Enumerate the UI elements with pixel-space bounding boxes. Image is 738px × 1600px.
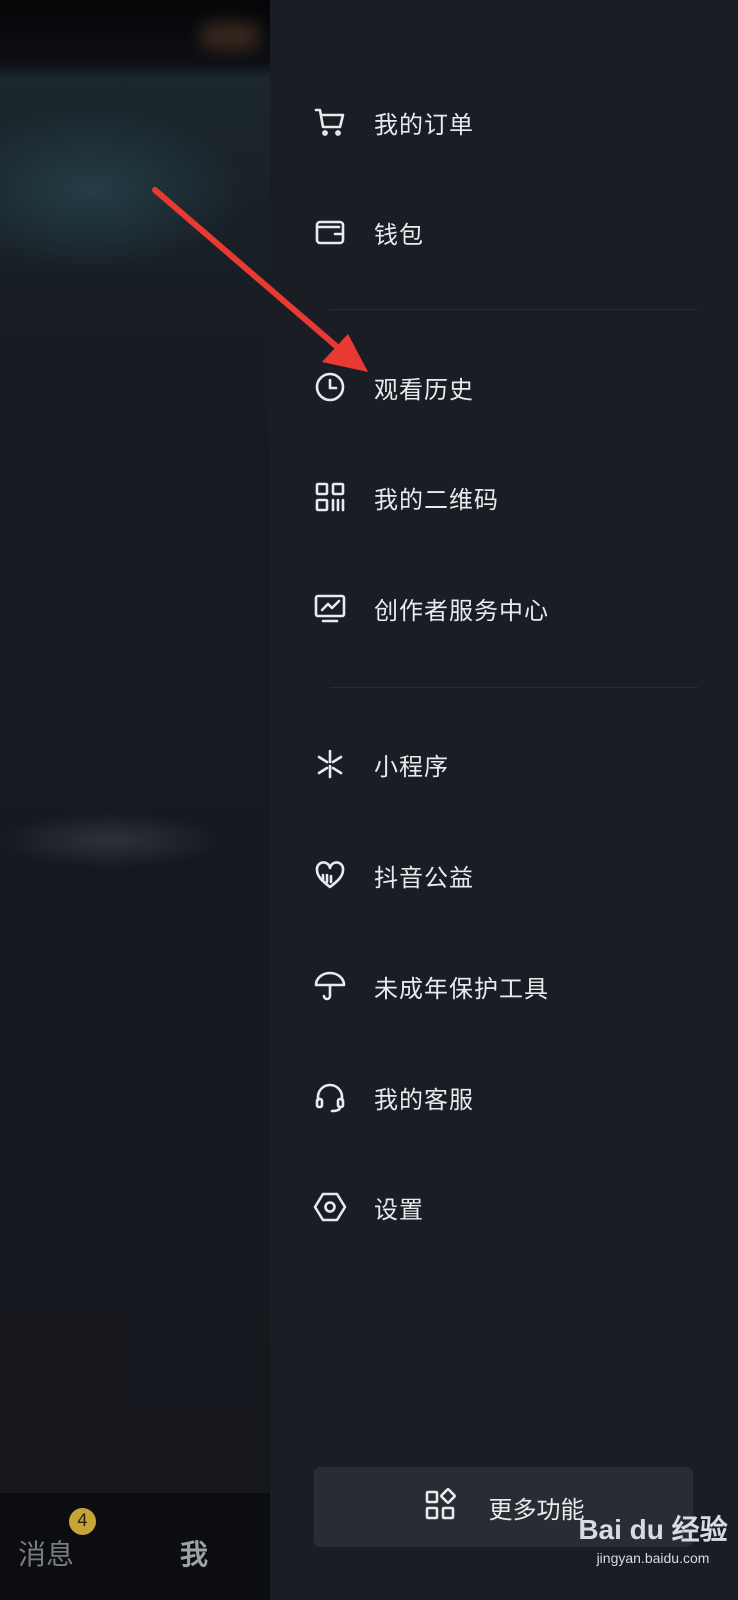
bottom-nav: 消息 4 我: [0, 1493, 270, 1600]
divider: [330, 687, 698, 688]
baidu-jingyan-watermark: Bai du 经验 jingyan.baidu.com: [568, 1508, 738, 1588]
hexagon-settings-icon: [310, 1187, 350, 1227]
menu-item-label: 未成年保护工具: [374, 974, 549, 1003]
menu-item-label: 设置: [374, 1195, 424, 1224]
nav-me[interactable]: 我: [180, 1533, 208, 1573]
monitor-chart-icon: [310, 588, 350, 628]
wallet-icon: [310, 212, 350, 252]
menu-item-label: 抖音公益: [374, 863, 474, 892]
menu-item-label: 我的客服: [374, 1085, 474, 1114]
headset-icon: [310, 1077, 350, 1117]
menu-item-creator-center[interactable]: 创作者服务中心: [300, 576, 700, 640]
menu-item-charity[interactable]: 抖音公益: [300, 843, 700, 907]
qr-code-icon: [310, 477, 350, 517]
menu-item-orders[interactable]: 我的订单: [300, 90, 700, 154]
menu-item-label: 小程序: [374, 752, 449, 781]
umbrella-icon: [310, 966, 350, 1006]
menu-item-mini-programs[interactable]: 小程序: [300, 732, 700, 796]
menu-item-watch-history[interactable]: 观看历史: [300, 355, 700, 419]
menu-item-wallet[interactable]: 钱包: [300, 200, 700, 264]
nav-messages[interactable]: 消息: [18, 1533, 74, 1573]
menu-item-label: 创作者服务中心: [374, 596, 549, 625]
menu-item-customer-service[interactable]: 我的客服: [300, 1065, 700, 1129]
mini-program-icon: [310, 744, 350, 784]
blurred-background: [0, 0, 270, 1600]
menu-item-minor-protection[interactable]: 未成年保护工具: [300, 954, 700, 1018]
grid-apps-icon: [423, 1488, 457, 1526]
menu-item-label: 观看历史: [374, 375, 474, 404]
heart-hands-icon: [310, 855, 350, 895]
menu-item-label: 钱包: [374, 220, 424, 249]
menu-item-qr-code[interactable]: 我的二维码: [300, 465, 700, 529]
watermark-url: jingyan.baidu.com: [596, 1550, 710, 1566]
messages-badge: 4: [69, 1508, 96, 1535]
cart-icon: [310, 102, 350, 142]
watermark-brand: Bai du 经验: [578, 1514, 728, 1545]
clock-icon: [310, 367, 350, 407]
menu-item-label: 我的二维码: [374, 485, 499, 514]
menu-item-label: 我的订单: [374, 110, 474, 139]
menu-item-settings[interactable]: 设置: [300, 1175, 700, 1239]
status-blur-1: [200, 22, 260, 50]
divider: [330, 309, 698, 310]
